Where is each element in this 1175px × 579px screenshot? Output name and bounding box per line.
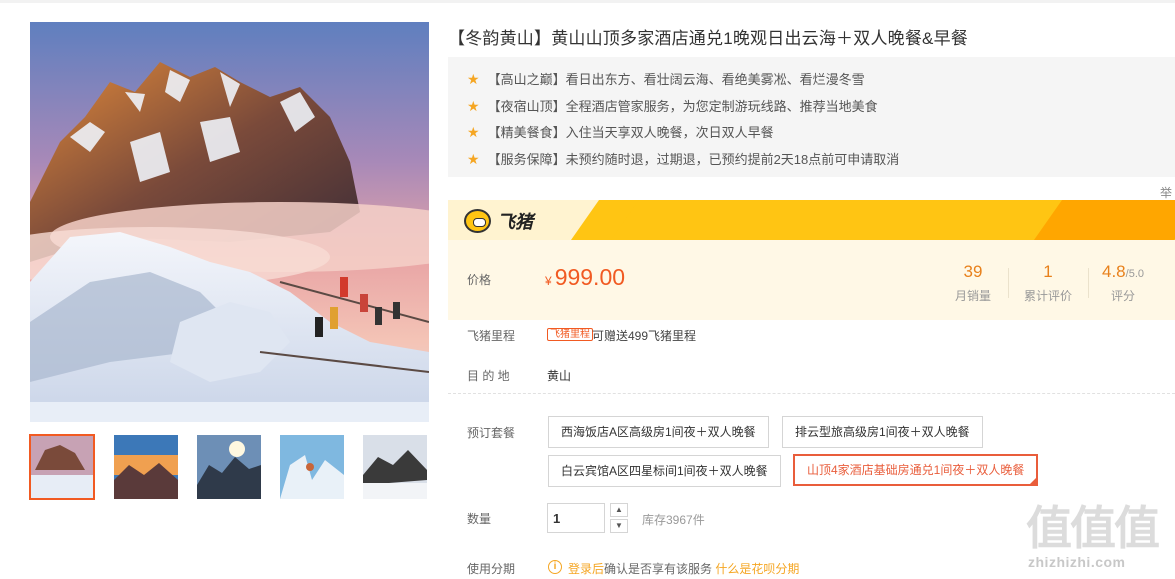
reviews-value: 1 <box>1043 262 1053 281</box>
package-option-2[interactable]: 排云型旅高级房1间夜＋双人晚餐 <box>782 416 983 448</box>
brand-bar-dark-stripe <box>1033 200 1175 240</box>
thumbnail-image <box>30 435 94 499</box>
huangshan-snow-mountain-image <box>30 22 429 422</box>
thumbnail-image <box>197 435 261 499</box>
top-divider <box>0 0 1175 3</box>
rating-score: 4.8 <box>1102 262 1126 281</box>
feature-text: 【夜宿山顶】全程酒店管家服务，为您定制游玩线路、推荐当地美食 <box>487 98 878 114</box>
star-icon: ★ <box>467 97 480 114</box>
stat-divider <box>1008 268 1009 298</box>
fliggy-logo-text: 飞猪 <box>497 212 533 232</box>
feature-item: ★ 【服务保障】未预约随时退，过期退，已预约提前2天18点前可申请取消 <box>467 146 1175 173</box>
destination-value: 黄山 <box>547 369 572 383</box>
section-divider <box>448 393 1175 394</box>
feature-item: ★ 【精美餐食】入住当天享双人晚餐，次日双人早餐 <box>467 119 1175 146</box>
installment-text: 登录后确认是否享有该服务 什么是花呗分期 <box>568 560 799 577</box>
feature-list: ★ 【高山之巅】看日出东方、看壮阔云海、看绝美雾凇、看烂漫冬雪 ★ 【夜宿山顶】全程… <box>448 57 1175 177</box>
mileage-text: 可赠送499飞猪里程 <box>592 329 697 343</box>
monthly-sales-label: 月销量 <box>954 289 991 303</box>
quantity-decrease-button[interactable]: ▼ <box>610 519 628 533</box>
destination-label: 目 的 地 <box>467 369 510 383</box>
thumbnail-4[interactable] <box>280 435 344 499</box>
installment-desc: 确认是否享有该服务 <box>604 562 713 576</box>
mileage-badge: 飞猪里程 <box>547 328 593 341</box>
site-watermark: 值值值 zhizhizhi.com <box>1022 492 1172 579</box>
product-title: 【冬韵黄山】黄山山顶多家酒店通兑1晚观日出云海＋双人晚餐&早餐 <box>448 29 968 48</box>
star-icon: ★ <box>467 71 480 87</box>
stat-divider <box>1088 268 1089 298</box>
package-label: 预订套餐 <box>467 426 516 440</box>
feature-item: ★ 【夜宿山顶】全程酒店管家服务，为您定制游玩线路、推荐当地美食 <box>467 93 1175 120</box>
feature-item: ★ 【高山之巅】看日出东方、看壮阔云海、看绝美雾凇、看烂漫冬雪 <box>467 66 1175 93</box>
currency-symbol: ¥ <box>545 274 552 288</box>
thumbnail-image <box>114 435 178 499</box>
price-panel: 价格 ¥999.00 39 月销量 1 累计评价 4.8/5.0 评分 <box>448 240 1175 320</box>
star-icon: ★ <box>467 124 480 140</box>
quantity-label: 数量 <box>467 512 492 526</box>
package-option-4-selected[interactable]: 山顶4家酒店基础房通兑1间夜＋双人晚餐 <box>793 454 1039 486</box>
monthly-sales-value: 39 <box>963 262 983 281</box>
watermark-url: zhizhizhi.com <box>1028 554 1126 570</box>
login-link[interactable]: 登录后 <box>568 562 604 576</box>
rating-value: 4.8/5.0 <box>1093 262 1153 282</box>
watermark-logo: 值值值 <box>1026 501 1160 555</box>
fliggy-pig-icon <box>464 209 491 233</box>
star-icon: ★ <box>467 150 480 167</box>
product-page: 【冬韵黄山】黄山山顶多家酒店通兑1晚观日出云海＋双人晚餐&早餐 ★ 【高山之巅】看… <box>0 0 1175 579</box>
thumbnail-strip <box>29 434 429 501</box>
feature-text: 【精美餐食】入住当天享双人晚餐，次日双人早餐 <box>487 125 774 140</box>
thumbnail-image <box>280 435 344 499</box>
stock-count: 库存3967件 <box>642 513 705 527</box>
thumbnail-5[interactable] <box>363 435 427 499</box>
price-value: ¥999.00 <box>545 264 625 291</box>
info-icon: i <box>548 560 562 574</box>
mileage-label: 飞猪里程 <box>467 329 516 343</box>
reviews-stat[interactable]: 1 累计评价 <box>1018 262 1078 304</box>
rating-stat: 4.8/5.0 评分 <box>1093 262 1153 304</box>
thumbnail-image <box>363 435 427 499</box>
monthly-sales-stat: 39 月销量 <box>943 262 1003 304</box>
price-number: 999.00 <box>554 264 626 290</box>
quantity-increase-button[interactable]: ▲ <box>610 503 628 517</box>
fliggy-logo: 飞猪 <box>464 208 533 234</box>
feature-text: 【高山之巅】看日出东方、看壮阔云海、看绝美雾凇、看烂漫冬雪 <box>487 72 865 87</box>
main-product-photo[interactable] <box>30 22 429 422</box>
package-option-1[interactable]: 西海饭店A区高级房1间夜＋双人晚餐 <box>548 416 769 448</box>
feature-text: 【服务保障】未预约随时退，过期退，已预约提前2天18点前可申请取消 <box>487 151 900 167</box>
installment-label: 使用分期 <box>467 562 516 576</box>
chevron-down-icon: ▼ <box>615 521 623 530</box>
price-label: 价格 <box>467 273 492 287</box>
quantity-input[interactable] <box>547 503 605 533</box>
fliggy-brand-bar: 飞猪 <box>448 200 1175 240</box>
thumbnail-2[interactable] <box>114 435 178 499</box>
report-link[interactable]: 举 <box>1160 184 1172 201</box>
reviews-label: 累计评价 <box>1023 289 1072 303</box>
chevron-up-icon: ▲ <box>615 505 623 514</box>
thumbnail-1[interactable] <box>29 434 95 500</box>
thumbnail-3[interactable] <box>197 435 261 499</box>
package-option-3[interactable]: 白云宾馆A区四星标间1间夜＋双人晚餐 <box>548 455 781 487</box>
rating-label: 评分 <box>1110 289 1135 303</box>
rating-max: /5.0 <box>1125 268 1144 280</box>
installment-help-link[interactable]: 什么是花呗分期 <box>715 562 799 576</box>
